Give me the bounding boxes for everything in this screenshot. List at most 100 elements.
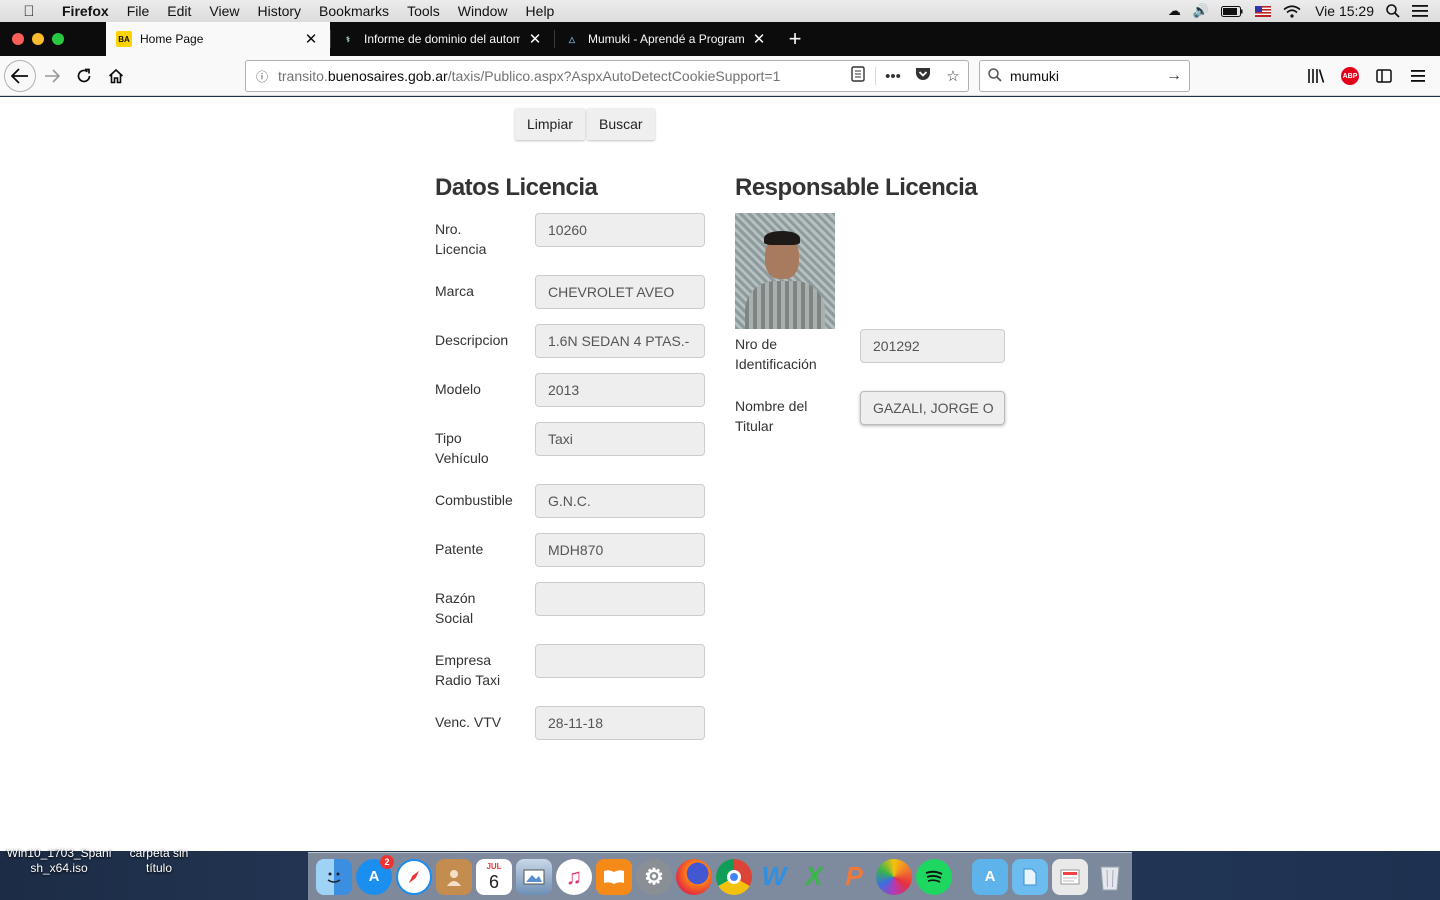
hamburger-menu-icon[interactable] (1402, 60, 1434, 92)
url-prefix: transito. (278, 68, 328, 84)
photo-shirt (745, 281, 825, 329)
ba-favicon-icon: BA (116, 31, 132, 47)
tab-strip: BA Home Page ✕ ⚕ Informe de dominio del … (0, 22, 1440, 56)
apple-menu-icon[interactable]:  (19, 3, 39, 20)
menu-help[interactable]: Help (517, 0, 564, 22)
applications-folder-icon[interactable]: A (972, 858, 1008, 895)
calendar-month: JUL (486, 861, 502, 871)
contacts-icon[interactable] (436, 858, 472, 895)
battery-icon[interactable] (1221, 5, 1243, 17)
close-tab-icon[interactable]: ✕ (526, 30, 544, 48)
firefox-icon[interactable] (676, 858, 712, 895)
new-tab-button[interactable]: + (778, 22, 812, 56)
wifi-icon[interactable] (1283, 4, 1301, 18)
finder-icon[interactable] (316, 858, 352, 895)
powerpoint-icon[interactable]: P (836, 859, 872, 895)
label-empresa-radio-taxi: Empresa Radio Taxi (435, 652, 501, 688)
ibooks-icon[interactable] (596, 858, 632, 895)
menu-tools[interactable]: Tools (398, 0, 449, 22)
pocket-icon[interactable] (908, 67, 938, 86)
site-info-icon[interactable]: ⓘ (246, 68, 278, 85)
field-nro-identificacion[interactable]: 201292 (860, 329, 1005, 363)
menubar-clock[interactable]: Vie 15:29 (1315, 3, 1374, 19)
sidebar-toggle-icon[interactable] (1368, 60, 1400, 92)
spotify-icon[interactable] (916, 858, 952, 895)
menu-bookmarks[interactable]: Bookmarks (310, 0, 398, 22)
library-icon[interactable] (1300, 60, 1332, 92)
label-tipo-vehiculo: Tipo Vehículo (435, 430, 489, 466)
home-button[interactable] (100, 60, 132, 92)
bookmark-star-icon[interactable]: ☆ (938, 67, 968, 85)
spotlight-search-icon[interactable] (1386, 4, 1400, 18)
label-marca: Marca (435, 283, 474, 299)
back-button[interactable] (4, 59, 36, 92)
menu-file[interactable]: File (118, 0, 159, 22)
limpiar-button[interactable]: Limpiar (515, 108, 585, 140)
chrome-icon[interactable] (716, 858, 752, 895)
tab-informe-dominio[interactable]: ⚕ Informe de dominio del automotor ✕ (330, 22, 554, 56)
app-store-icon[interactable]: A2 (356, 854, 394, 895)
trash-icon[interactable] (1092, 859, 1128, 895)
menu-view[interactable]: View (200, 0, 248, 22)
url-text[interactable]: transito.buenosaires.gob.ar/taxis/Public… (278, 68, 843, 84)
adblock-plus-button[interactable]: ABP (1334, 60, 1366, 92)
menu-window[interactable]: Window (449, 0, 517, 22)
field-descripcion[interactable]: 1.6N SEDAN 4 PTAS.- (535, 324, 705, 358)
word-icon[interactable]: W (756, 859, 792, 895)
field-tipo-vehiculo[interactable]: Taxi (535, 422, 705, 456)
datos-licencia-heading: Datos Licencia (435, 174, 598, 201)
page-actions-icon[interactable]: ••• (878, 68, 908, 85)
zoom-window-button[interactable] (52, 33, 64, 45)
field-nombre-titular[interactable]: GAZALI, JORGE O (860, 391, 1005, 425)
field-combustible[interactable]: G.N.C. (535, 484, 705, 518)
field-razon-social[interactable] (535, 582, 705, 616)
buscar-button[interactable]: Buscar (587, 108, 655, 140)
menu-app-name[interactable]: Firefox (53, 0, 118, 22)
tab-home-page[interactable]: BA Home Page ✕ (106, 22, 330, 56)
calendar-icon[interactable]: JUL 6 (476, 858, 512, 895)
downloads-stack-icon[interactable] (1052, 858, 1088, 895)
close-tab-icon[interactable]: ✕ (750, 30, 768, 48)
macos-menu-bar:  Firefox File Edit View History Bookmar… (0, 0, 1440, 22)
field-modelo[interactable]: 2013 (535, 373, 705, 407)
safari-icon[interactable] (396, 858, 432, 895)
tab-title: Mumuki - Aprendé a Programar (588, 32, 744, 46)
home-icon (108, 68, 124, 83)
documents-folder-icon[interactable] (1012, 858, 1048, 895)
close-window-button[interactable] (12, 33, 24, 45)
search-go-arrow-icon[interactable]: → (1159, 67, 1189, 85)
app-store-badge: 2 (380, 854, 394, 869)
field-empresa-radio-taxi[interactable] (535, 644, 705, 678)
preview-icon[interactable] (516, 858, 552, 895)
label-descripcion: Descripcion (435, 332, 509, 348)
field-nro-licencia[interactable]: 10260 (535, 213, 705, 247)
notification-center-icon[interactable] (1412, 5, 1428, 17)
itunes-icon[interactable]: ♫ (556, 858, 592, 895)
input-source-flag-icon[interactable] (1255, 5, 1272, 17)
label-combustible: Combustible (435, 492, 513, 508)
menu-history[interactable]: History (248, 0, 310, 22)
desktop-file-iso[interactable]: Win10_1703_Spanish_x64.iso (4, 846, 114, 878)
search-input[interactable] (1010, 68, 1159, 84)
field-patente[interactable]: MDH870 (535, 533, 705, 567)
url-bar[interactable]: ⓘ transito.buenosaires.gob.ar/taxis/Publ… (245, 60, 969, 92)
search-bar[interactable]: → (979, 60, 1190, 92)
label-modelo: Modelo (435, 381, 481, 397)
photos-icon[interactable] (876, 858, 912, 895)
menu-edit[interactable]: Edit (158, 0, 200, 22)
cloud-sync-icon[interactable]: ☁ (1168, 3, 1181, 19)
reader-view-icon[interactable] (843, 66, 873, 86)
desktop-folder-carpeta[interactable]: carpeta sin título (118, 846, 200, 876)
field-marca[interactable]: CHEVROLET AVEO (535, 275, 705, 309)
forward-button[interactable] (36, 60, 68, 92)
system-preferences-icon[interactable]: ⚙ (636, 858, 672, 895)
field-venc-vtv[interactable]: 28-11-18 (535, 706, 705, 740)
volume-icon[interactable]: 🔊 (1193, 3, 1209, 19)
reload-button[interactable] (68, 60, 100, 92)
tab-title: Informe de dominio del automotor (364, 32, 520, 46)
tab-mumuki[interactable]: △ Mumuki - Aprendé a Programar ✕ (554, 22, 778, 56)
titular-photo (735, 213, 835, 329)
close-tab-icon[interactable]: ✕ (302, 30, 320, 48)
minimize-window-button[interactable] (32, 33, 44, 45)
excel-icon[interactable]: X (796, 859, 832, 895)
